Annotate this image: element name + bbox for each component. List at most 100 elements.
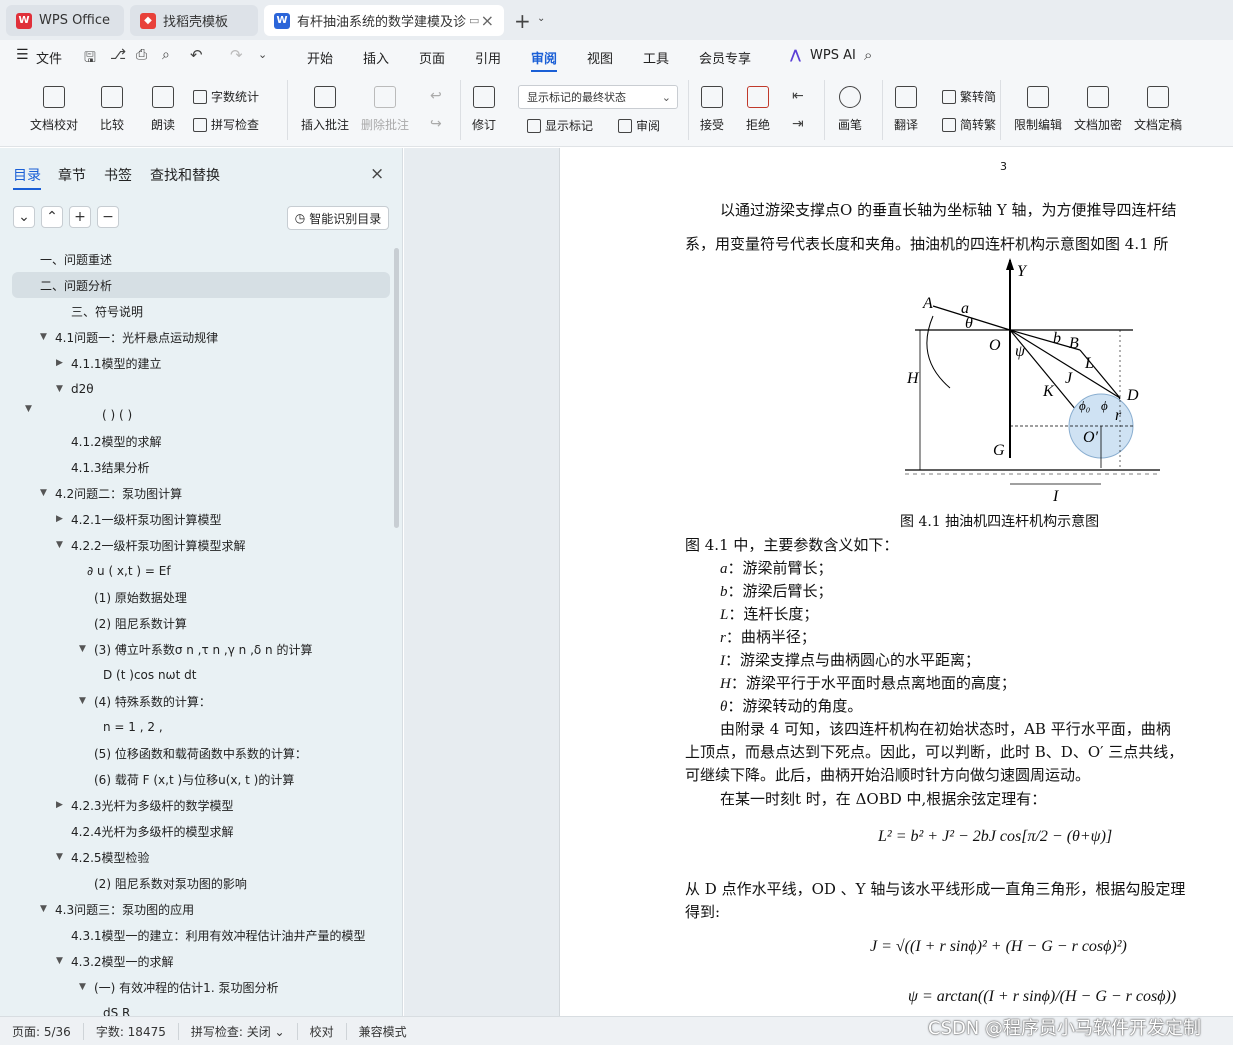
collapse-down-button[interactable]: ⌄ — [13, 206, 35, 228]
read-aloud-button[interactable]: 朗读 — [151, 86, 175, 133]
delete-comment-button[interactable]: 删除批注 — [361, 86, 409, 133]
caret-down-icon[interactable]: ▼ — [56, 384, 63, 394]
document-page[interactable]: 3 以通过游梁支撑点O 的垂直长轴为坐标轴 Y 轴，为方便推导四连杆结 系，用变… — [559, 148, 1233, 1016]
toc-item[interactable]: d2θ — [71, 376, 94, 402]
add-toc-button[interactable]: + — [69, 206, 91, 228]
to-simplified-button[interactable]: 繁转简 — [942, 88, 996, 105]
toc-item[interactable]: 4.3问题三：泵功图的应用 — [55, 896, 194, 922]
toc-item[interactable]: 4.2.4光杆为多级杆的模型求解 — [71, 818, 234, 844]
toc-item[interactable]: 4.2.3光杆为多级杆的数学模型 — [71, 792, 234, 818]
caret-down-icon[interactable]: ▼ — [56, 852, 63, 862]
remove-toc-button[interactable]: − — [97, 206, 119, 228]
new-tab-icon[interactable]: + — [514, 9, 531, 33]
toc-item[interactable]: 4.3.2模型一的求解 — [71, 948, 174, 974]
show-markup-button[interactable]: 显示标记 — [527, 117, 593, 134]
collapse-up-button[interactable]: ⌃ — [41, 206, 63, 228]
menu-tools[interactable]: 工具 — [643, 48, 669, 67]
caret-down-icon[interactable]: ▼ — [56, 540, 63, 550]
toc-item[interactable]: 一、问题重述 — [40, 246, 112, 272]
markup-display-select[interactable]: 显示标记的最终状态 ⌄ — [518, 85, 678, 109]
toc-item[interactable]: 4.1.3结果分析 — [71, 454, 150, 480]
tab-wps-office[interactable]: W WPS Office — [6, 5, 124, 36]
toc-item[interactable]: (1) 原始数据处理 — [94, 584, 187, 610]
doc-check-button[interactable]: 文档校对 — [30, 86, 78, 133]
toc-item[interactable]: 4.3.1模型一的建立：利用有效冲程估计油井产量的模型 — [71, 922, 366, 948]
restrict-edit-button[interactable]: 限制编辑 — [1014, 86, 1062, 133]
status-proofread[interactable]: 校对 — [298, 1022, 347, 1040]
caret-down-icon[interactable]: ▼ — [40, 488, 47, 498]
toc-item[interactable]: (一) 有效冲程的估计1. 泵功图分析 — [94, 974, 278, 1000]
panel-tab-bookmark[interactable]: 书签 — [104, 165, 132, 185]
close-tab-icon[interactable]: × — [481, 11, 494, 30]
panel-tab-find-replace[interactable]: 查找和替换 — [150, 165, 220, 185]
menu-reference[interactable]: 引用 — [475, 48, 501, 67]
save-icon[interactable]: 🖫 — [84, 47, 96, 71]
print-preview-icon[interactable]: ⌕ — [162, 47, 170, 63]
next-change-icon[interactable]: ⇥ — [792, 116, 804, 132]
status-page[interactable]: 页面: 5/36 — [0, 1022, 84, 1040]
caret-down-icon[interactable]: ▼ — [40, 904, 47, 914]
caret-down-icon[interactable]: ▼ — [25, 404, 32, 414]
reject-button[interactable]: 拒绝 — [746, 86, 770, 133]
to-traditional-button[interactable]: 简转繁 — [942, 116, 996, 133]
toc-item[interactable]: 4.1.2模型的求解 — [71, 428, 162, 454]
review-pane-button[interactable]: 审阅 — [618, 117, 660, 134]
smart-toc-button[interactable]: ◷ 智能识别目录 — [287, 206, 389, 230]
toc-item[interactable]: (6) 载荷 F (x,t )与位移u(x, t )的计算 — [94, 766, 294, 792]
quick-access-chevron-icon[interactable]: ⌄ — [258, 48, 267, 61]
redo-icon[interactable]: ↷ — [230, 46, 243, 64]
caret-down-icon[interactable]: ▼ — [56, 956, 63, 966]
undo-icon[interactable]: ↶ — [190, 46, 203, 64]
toc-item[interactable]: D (t )cos nωt dt — [103, 662, 196, 688]
toc-item[interactable]: 三、符号说明 — [71, 298, 143, 324]
toc-item[interactable]: 4.2.5模型检验 — [71, 844, 150, 870]
prev-change-icon[interactable]: ⇤ — [792, 88, 804, 104]
caret-down-icon[interactable]: ▼ — [79, 696, 86, 706]
toc-item[interactable]: (2) 阻尼系数计算 — [94, 610, 187, 636]
menu-insert[interactable]: 插入 — [363, 48, 389, 67]
panel-tab-chapter[interactable]: 章节 — [58, 165, 86, 185]
spell-check-button[interactable]: 拼写检查 — [193, 116, 259, 133]
caret-down-icon[interactable]: ▼ — [40, 332, 47, 342]
word-count-button[interactable]: 字数统计 — [193, 88, 259, 105]
next-comment-icon[interactable]: ↪ — [430, 116, 442, 132]
status-spell-check[interactable]: 拼写检查: 关闭 ⌄ — [179, 1022, 298, 1040]
toc-item[interactable]: (5) 位移函数和载荷函数中系数的计算： — [94, 740, 307, 766]
caret-down-icon[interactable]: ▼ — [79, 982, 86, 992]
share-icon[interactable]: ⎇ — [110, 47, 126, 63]
menu-view[interactable]: 视图 — [587, 48, 613, 67]
print-icon[interactable]: ⎙ — [136, 47, 147, 63]
finalize-button[interactable]: 文档定稿 — [1134, 86, 1182, 133]
toc-item[interactable]: 4.1问题一：光杆悬点运动规律 — [55, 324, 218, 350]
menu-review[interactable]: 审阅 — [531, 48, 558, 72]
menu-page[interactable]: 页面 — [419, 48, 445, 67]
tab-current-document[interactable]: W 有杆抽油系统的数学建模及诊断 ▭ × — [264, 5, 504, 36]
toc-item[interactable]: (3) 傅立叶系数σ n ,τ n ,γ n ,δ n 的计算 — [94, 636, 312, 662]
hamburger-icon[interactable]: ☰ — [16, 47, 29, 63]
toc-item[interactable]: (4) 特殊系数的计算： — [94, 688, 211, 714]
toc-item[interactable]: 4.1.1模型的建立 — [71, 350, 162, 376]
toc-item[interactable]: (2) 阻尼系数对泵功图的影响 — [94, 870, 247, 896]
toc-item[interactable]: ∂ u ( x,t ) = Ef — [87, 558, 171, 584]
encrypt-button[interactable]: 文档加密 — [1074, 86, 1122, 133]
toc-item[interactable]: ( ) ( ) — [102, 402, 132, 428]
toc-item[interactable]: n = 1 , 2 , — [103, 714, 163, 740]
menu-member[interactable]: 会员专享 — [699, 48, 751, 67]
toc-item[interactable]: 4.2问题二：泵功图计算 — [55, 480, 182, 506]
track-changes-button[interactable]: 修订 — [472, 86, 496, 133]
toc-item[interactable]: 4.2.2一级杆泵功图计算模型求解 — [71, 532, 246, 558]
toc-item[interactable]: 4.2.1一级杆泵功图计算模型 — [71, 506, 222, 532]
menu-file[interactable]: 文件 — [36, 48, 62, 67]
insert-comment-button[interactable]: 插入批注 — [301, 86, 349, 133]
chevron-down-icon[interactable]: ⌄ — [537, 13, 545, 24]
caret-right-icon[interactable]: ▶ — [56, 358, 63, 368]
panel-tab-toc[interactable]: 目录 — [13, 165, 41, 190]
menu-start[interactable]: 开始 — [307, 48, 333, 67]
toc-item[interactable]: ▼ 二、问题分析 — [12, 272, 390, 414]
close-panel-icon[interactable]: × — [370, 164, 384, 184]
pen-button[interactable]: 画笔 — [838, 86, 862, 133]
panel-scrollbar[interactable] — [394, 248, 399, 528]
compare-button[interactable]: 比较 — [100, 86, 124, 133]
caret-right-icon[interactable]: ▶ — [56, 800, 63, 810]
translate-button[interactable]: 翻译 — [894, 86, 918, 133]
